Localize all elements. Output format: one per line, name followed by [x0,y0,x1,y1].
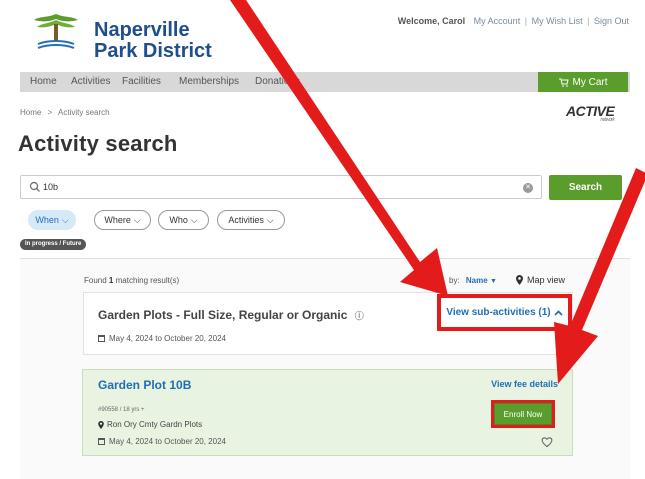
parent-activity-title-text: Garden Plots - Full Size, Regular or Org… [98,308,348,322]
map-view-link[interactable]: Map view [516,275,565,285]
nav-home[interactable]: Home [30,76,57,87]
sort-control[interactable]: by: Name ▼ [449,276,497,285]
chevron-up-icon [554,309,563,316]
parent-activity-title[interactable]: Garden Plots - Full Size, Regular or Org… [98,308,364,322]
sub-activities-label: View sub-activities (1) [446,307,551,318]
wish-list-heart-icon[interactable] [541,436,553,448]
active-network-logo: ACTIVE network [566,103,615,123]
brand-line-2: Park District [94,40,212,62]
found-suffix: matching result(s) [115,276,180,285]
filter-where-label: Where [104,215,131,225]
activity-meta: #90558 / 18 yrs + [98,407,145,413]
info-icon[interactable]: ⓘ [355,311,364,321]
brand-name[interactable]: Naperville Park District [94,20,212,62]
nav-donations[interactable]: Donations [255,76,300,87]
brand-line-1: Naperville [94,19,190,41]
filter-who[interactable]: Who ⌵ [158,210,209,230]
wish-list-link[interactable]: My Wish List [532,16,583,26]
caret-down-icon: ▼ [489,278,497,285]
main-nav: Home Activities Facilities Memberships D… [20,72,630,92]
enroll-now-button[interactable]: Enroll Now [494,403,552,425]
found-count: 1 [108,276,114,285]
found-prefix: Found [84,276,107,285]
chevron-down-icon: ⌵ [190,214,198,225]
filter-when-label: When [35,215,59,225]
location-pin-icon [98,420,104,429]
nav-facilities[interactable]: Facilities [122,76,161,87]
separator: | [524,16,528,26]
separator: | [587,16,590,26]
chevron-down-icon: ⌵ [266,214,274,225]
chevron-down-icon: ⌵ [61,214,69,225]
clear-icon[interactable]: ✕ [523,183,533,193]
map-pin-icon [516,275,523,285]
status-badge[interactable]: In progress / Future [20,239,87,250]
parent-activity-dates-text: May 4, 2024 to October 20, 2024 [109,334,226,343]
chevron-down-icon: ⌵ [133,214,141,225]
results-count: Found 1 matching result(s) [84,276,179,285]
sub-activity-title[interactable]: Garden Plot 10B [98,378,191,392]
my-cart-button[interactable]: My Cart [538,72,628,92]
cart-label: My Cart [572,76,608,88]
search-value: 10b [43,182,59,192]
filter-activities-label: Activities [228,215,264,225]
filter-who-label: Who [169,215,188,225]
calendar-icon [98,335,105,342]
breadcrumb-home[interactable]: Home [20,108,41,117]
filter-where[interactable]: Where ⌵ [94,210,151,230]
filter-activities[interactable]: Activities ⌵ [217,210,285,230]
breadcrumb: Home > Activity search [20,108,110,117]
breadcrumb-current: Activity search [58,108,110,117]
nav-memberships[interactable]: Memberships [179,76,239,87]
view-sub-activities-link[interactable]: View sub-activities (1) [437,294,572,331]
sort-value[interactable]: Name [466,276,488,285]
parent-activity-dates: May 4, 2024 to October 20, 2024 [98,334,226,343]
breadcrumb-separator: > [47,108,53,117]
park-district-logo[interactable] [30,10,82,64]
location-text: Ron Ory Cmty Gardn Plots [107,420,203,429]
sign-out-link[interactable]: Sign Out [594,16,629,26]
sub-activity-dates: May 4, 2024 to October 20, 2024 [98,437,226,446]
account-links: Welcome, Carol My Account | My Wish List… [398,16,629,26]
activity-location: Ron Ory Cmty Gardn Plots [98,420,202,429]
view-fee-details-link[interactable]: View fee details [491,379,558,389]
my-account-link[interactable]: My Account [474,16,521,26]
nav-activities[interactable]: Activities [71,76,110,87]
search-icon [29,181,40,192]
map-view-label: Map view [527,275,566,285]
welcome-text: Welcome, Carol [397,16,466,26]
sub-activity-dates-text: May 4, 2024 to October 20, 2024 [109,437,226,446]
sort-label: by: [449,276,460,285]
cart-icon [558,78,569,87]
site-header: Naperville Park District Welcome, Carol … [0,0,645,72]
filter-when[interactable]: When ⌵ [28,210,76,230]
search-input[interactable]: 10b ✕ [20,175,542,199]
page-title: Activity search [18,131,178,156]
search-button[interactable]: Search [549,175,622,200]
calendar-icon [98,438,105,445]
